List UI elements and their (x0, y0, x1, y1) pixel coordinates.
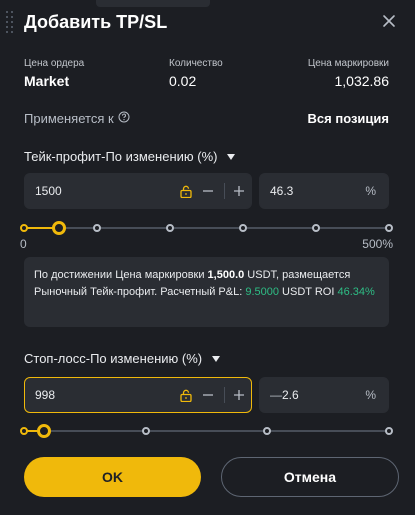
caret-down-icon (212, 356, 221, 362)
info-text: USDT ROI (279, 286, 338, 298)
take-profit-mode-dropdown[interactable]: Тейк-профит-По изменению (%) (24, 148, 236, 166)
stop-loss-price-field[interactable]: 998 (24, 377, 252, 413)
slider-track (24, 430, 389, 432)
tpsl-dialog: Добавить TP/SL Цена ордера Market Количе… (0, 0, 415, 515)
slider-min-label: 0 (20, 237, 27, 251)
lock-icon[interactable] (177, 174, 195, 208)
plus-icon[interactable] (230, 174, 248, 208)
order-price-value: Market (24, 73, 70, 89)
stop-loss-mode-dropdown[interactable]: Стоп-лосс-По изменению (%) (24, 350, 221, 368)
slider-stop-3[interactable] (239, 224, 247, 232)
divider (224, 387, 225, 403)
info-pnl: 9.5000 (245, 286, 279, 298)
slider-stop-1[interactable] (141, 427, 150, 435)
dialog-title: Добавить TP/SL (24, 12, 168, 32)
slider-stop-1[interactable] (93, 224, 101, 232)
take-profit-info-box: По достижении Цена маркировки 1,500.0 US… (24, 257, 389, 327)
percent-unit: % (365, 388, 376, 402)
drag-handle-icon[interactable] (6, 11, 14, 33)
applies-to-label: Применяется к (24, 111, 114, 126)
slider-stop-5[interactable] (385, 224, 393, 232)
take-profit-percent-field[interactable]: 46.3 % (259, 173, 389, 209)
lock-icon[interactable] (177, 378, 195, 412)
take-profit-price-input[interactable]: 1500 (35, 183, 62, 199)
ok-button[interactable]: OK (24, 457, 201, 497)
applies-to-row: Применяется к (24, 110, 130, 128)
top-tab-strip (96, 0, 210, 7)
slider-stop-3[interactable] (385, 427, 393, 435)
slider-thumb[interactable] (37, 424, 52, 438)
take-profit-percent-input[interactable]: 46.3 (270, 183, 293, 199)
take-profit-title: Тейк-профит-По изменению (%) (24, 149, 218, 164)
slider-stop-0[interactable] (20, 427, 28, 435)
cancel-button[interactable]: Отмена (221, 457, 399, 497)
stop-loss-percent-sign: — (270, 388, 282, 402)
applies-to-value[interactable]: Вся позиция (308, 110, 389, 128)
slider-stop-0[interactable] (20, 224, 28, 232)
percent-unit: % (365, 184, 376, 198)
quantity-label: Количество (169, 58, 223, 69)
info-text: По достижении Цена маркировки (34, 269, 208, 281)
slider-stop-4[interactable] (312, 224, 320, 232)
stop-loss-percent-input[interactable]: 2.6 (282, 387, 299, 403)
slider-stop-2[interactable] (166, 224, 174, 232)
stop-loss-price-input[interactable]: 998 (35, 387, 55, 403)
minus-icon[interactable] (199, 174, 217, 208)
info-trigger-price: 1,500.0 (207, 269, 245, 281)
plus-icon[interactable] (230, 378, 248, 412)
slider-stop-2[interactable] (263, 427, 272, 435)
stop-loss-title: Стоп-лосс-По изменению (%) (24, 351, 203, 366)
minus-icon[interactable] (199, 378, 217, 412)
quantity-value: 0.02 (169, 73, 197, 89)
slider-track (24, 227, 389, 229)
help-icon[interactable] (118, 110, 130, 128)
close-icon[interactable] (380, 12, 398, 30)
mark-price-value: 1,032.86 (334, 73, 390, 89)
slider-max-label: 500% (362, 237, 393, 251)
order-price-label: Цена ордера (24, 58, 85, 69)
caret-down-icon (227, 154, 236, 160)
mark-price-label: Цена маркировки (307, 58, 389, 69)
slider-thumb[interactable] (51, 221, 66, 235)
stop-loss-slider[interactable] (20, 424, 393, 438)
info-roi: 46.34% (337, 286, 375, 298)
stop-loss-percent-field[interactable]: — 2.6 % (259, 377, 389, 413)
divider (224, 183, 225, 199)
take-profit-price-field[interactable]: 1500 (24, 173, 252, 209)
take-profit-slider[interactable] (20, 221, 393, 235)
